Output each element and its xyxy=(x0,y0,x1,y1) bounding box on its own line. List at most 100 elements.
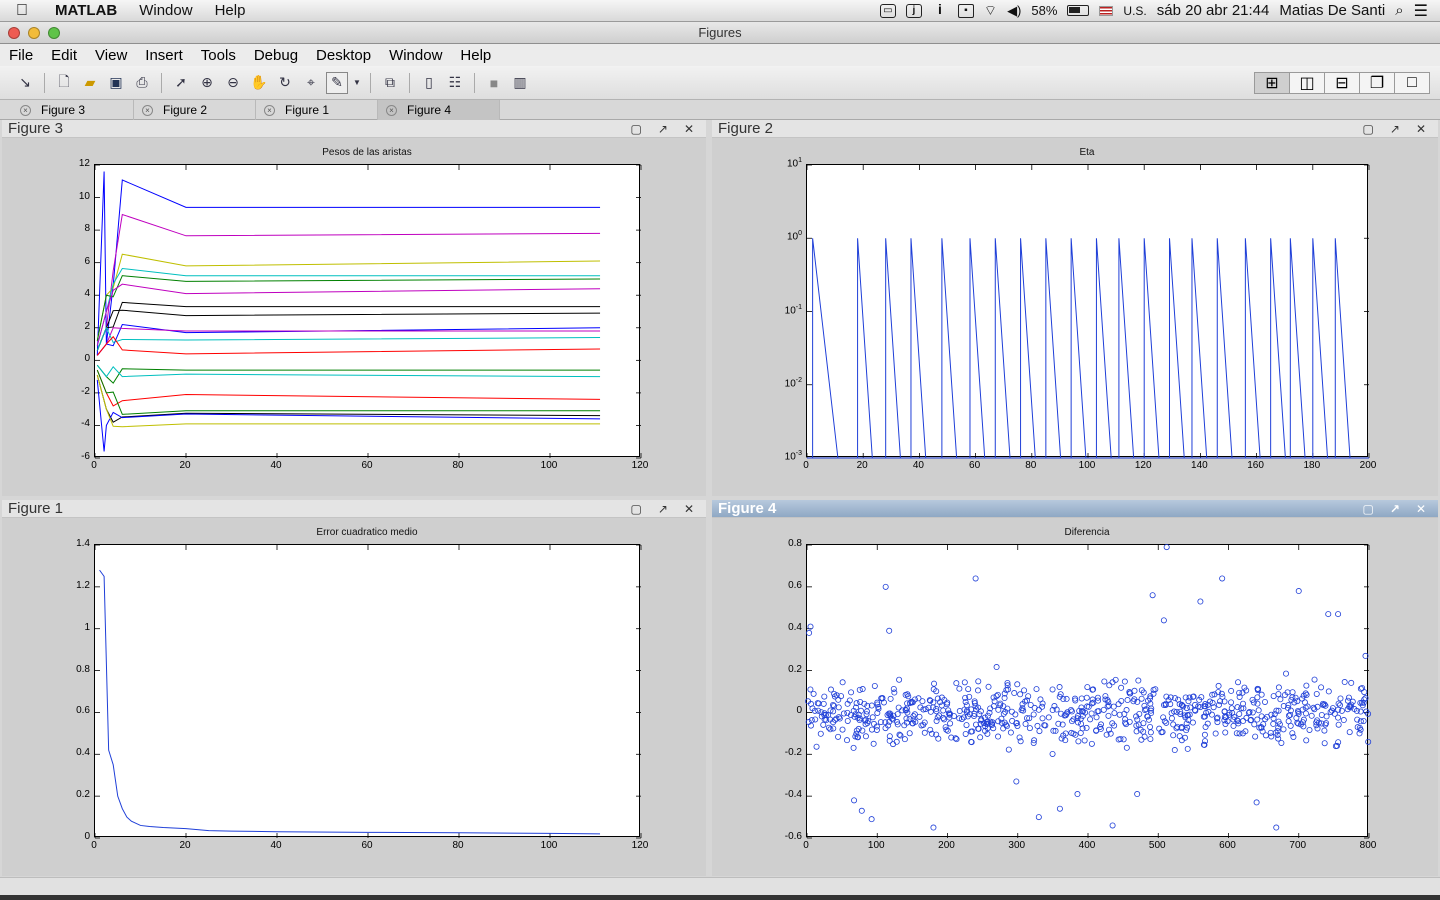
battery-percent[interactable]: 58% xyxy=(1031,3,1057,18)
airplay-icon[interactable]: ▭ xyxy=(879,3,896,18)
close-tab-icon[interactable]: × xyxy=(264,104,275,116)
menu-insert[interactable]: Insert xyxy=(136,47,192,64)
scatter-point xyxy=(1243,714,1250,721)
colorbar-icon[interactable]: ▯ xyxy=(418,72,440,94)
apple-icon[interactable]:  xyxy=(0,2,44,20)
menubar-window[interactable]: Window xyxy=(128,2,203,19)
edit-plot-icon[interactable]: ➚ xyxy=(170,72,192,94)
scatter-point xyxy=(1289,689,1296,696)
menu-help[interactable]: Help xyxy=(451,47,500,64)
menu-tools[interactable]: Tools xyxy=(192,47,245,64)
x-tick-label: 160 xyxy=(1247,460,1264,471)
menu-debug[interactable]: Debug xyxy=(245,47,307,64)
scatter-point xyxy=(1134,716,1141,723)
show-plot-tools-icon[interactable]: ▥ xyxy=(509,72,531,94)
x-tick-label: 800 xyxy=(1359,840,1377,851)
maximize-icon[interactable]: ▢ xyxy=(631,122,642,136)
hide-plot-tools-icon[interactable]: ■ xyxy=(483,72,505,94)
menu-file[interactable]: File xyxy=(0,47,42,64)
close-icon[interactable]: ✕ xyxy=(1416,122,1426,136)
scatter-point xyxy=(1313,690,1320,697)
close-icon[interactable]: ✕ xyxy=(684,122,694,136)
series-line xyxy=(96,369,601,415)
dock-arrow-icon[interactable]: ↘ xyxy=(14,72,36,94)
info-icon[interactable]: i xyxy=(932,2,948,18)
y-tick-label: 4 xyxy=(84,288,90,300)
wifi-icon[interactable]: ⌔ xyxy=(984,2,997,20)
axes-area[interactable] xyxy=(94,164,642,459)
input-source[interactable]: U.S. xyxy=(1123,4,1146,18)
top-bottom-layout-icon[interactable]: ⊟ xyxy=(1324,72,1360,94)
maximize-icon[interactable]: ▢ xyxy=(1363,502,1374,516)
tab-figure-3[interactable]: × Figure 3 xyxy=(12,100,134,120)
save-icon[interactable]: ▣ xyxy=(105,72,127,94)
link-plot-icon[interactable]: ⧉ xyxy=(379,72,401,94)
float-layout-icon[interactable]: ❐ xyxy=(1359,72,1395,94)
data-cursor-icon[interactable]: ⌖ xyxy=(300,72,322,94)
undock-icon[interactable]: ↗ xyxy=(1390,122,1400,136)
lock-icon[interactable]: ▪ xyxy=(957,3,974,18)
menubar-app-name[interactable]: MATLAB xyxy=(44,2,128,19)
rotate-3d-icon[interactable]: ↻ xyxy=(274,72,296,94)
new-figure-icon[interactable]: 🗋 xyxy=(53,72,75,94)
close-icon[interactable]: ✕ xyxy=(1416,502,1426,516)
axes-area[interactable] xyxy=(805,544,1372,839)
scatter-point xyxy=(995,706,1002,713)
scatter-point xyxy=(844,717,851,724)
tab-figure-4[interactable]: × Figure 4 xyxy=(378,100,500,120)
open-file-icon[interactable]: ▰ xyxy=(79,72,101,94)
maximize-icon[interactable]: ▢ xyxy=(631,502,642,516)
clock[interactable]: sáb 20 abr 21:44 xyxy=(1157,2,1270,19)
brush-icon[interactable]: ✎ xyxy=(326,71,348,94)
close-icon[interactable]: ✕ xyxy=(684,502,694,516)
axes-area[interactable] xyxy=(94,544,642,839)
scatter-point xyxy=(1318,711,1325,718)
y-tick-label: 1 xyxy=(84,621,90,633)
tab-figure-2[interactable]: × Figure 2 xyxy=(134,100,256,120)
battery-icon xyxy=(1067,5,1090,16)
pan-icon[interactable]: ✋ xyxy=(248,72,270,94)
volume-icon[interactable]: ◀) xyxy=(1007,3,1021,19)
undock-icon[interactable]: ↗ xyxy=(658,122,668,136)
maximize-layout-icon[interactable]: □ xyxy=(1394,72,1430,94)
maximize-icon[interactable]: ▢ xyxy=(1363,122,1374,136)
y-tick-label: -0.2 xyxy=(784,747,802,759)
scatter-point xyxy=(1219,575,1226,582)
scatter-point xyxy=(1171,747,1178,754)
window-title: Figures xyxy=(698,25,742,40)
axes-area[interactable] xyxy=(806,164,1370,459)
close-tab-icon[interactable]: × xyxy=(20,104,31,116)
chart-title: Eta xyxy=(1079,147,1095,158)
close-button[interactable] xyxy=(8,27,20,39)
menubar-help[interactable]: Help xyxy=(204,2,257,19)
scatter-point xyxy=(1140,720,1147,727)
user-name[interactable]: Matias De Santi xyxy=(1279,2,1385,19)
close-tab-icon[interactable]: × xyxy=(386,104,397,116)
scatter-point xyxy=(921,729,928,736)
scatter-point xyxy=(963,702,970,709)
zoom-out-icon[interactable]: ⊖ xyxy=(222,72,244,94)
undock-icon[interactable]: ↗ xyxy=(658,502,668,516)
spotlight-icon[interactable]: ⌕ xyxy=(1395,2,1403,19)
close-tab-icon[interactable]: × xyxy=(142,104,153,116)
minimize-button[interactable] xyxy=(28,27,40,39)
menu-window[interactable]: Window xyxy=(380,47,451,64)
menu-desktop[interactable]: Desktop xyxy=(307,47,380,64)
scatter-point xyxy=(1093,714,1100,721)
j-icon[interactable]: j xyxy=(905,3,922,18)
menu-edit[interactable]: Edit xyxy=(42,47,86,64)
zoom-button[interactable] xyxy=(48,27,60,39)
list-icon[interactable]: ☰ xyxy=(1414,1,1428,21)
plot-svg xyxy=(805,544,1372,839)
print-icon[interactable]: ⎙ xyxy=(131,72,153,94)
zoom-in-icon[interactable]: ⊕ xyxy=(196,72,218,94)
undock-icon[interactable]: ↗ xyxy=(1390,502,1400,516)
tile-layout-icon[interactable]: ⊞ xyxy=(1254,72,1290,94)
legend-icon[interactable]: ☷ xyxy=(444,72,466,94)
brush-dropdown-icon[interactable]: ▼ xyxy=(352,72,362,94)
y-tick-label: 0.4 xyxy=(788,621,802,633)
tab-figure-1[interactable]: × Figure 1 xyxy=(256,100,378,120)
menu-view[interactable]: View xyxy=(86,47,136,64)
left-right-layout-icon[interactable]: ◫ xyxy=(1289,72,1325,94)
scatter-point xyxy=(1111,710,1118,717)
